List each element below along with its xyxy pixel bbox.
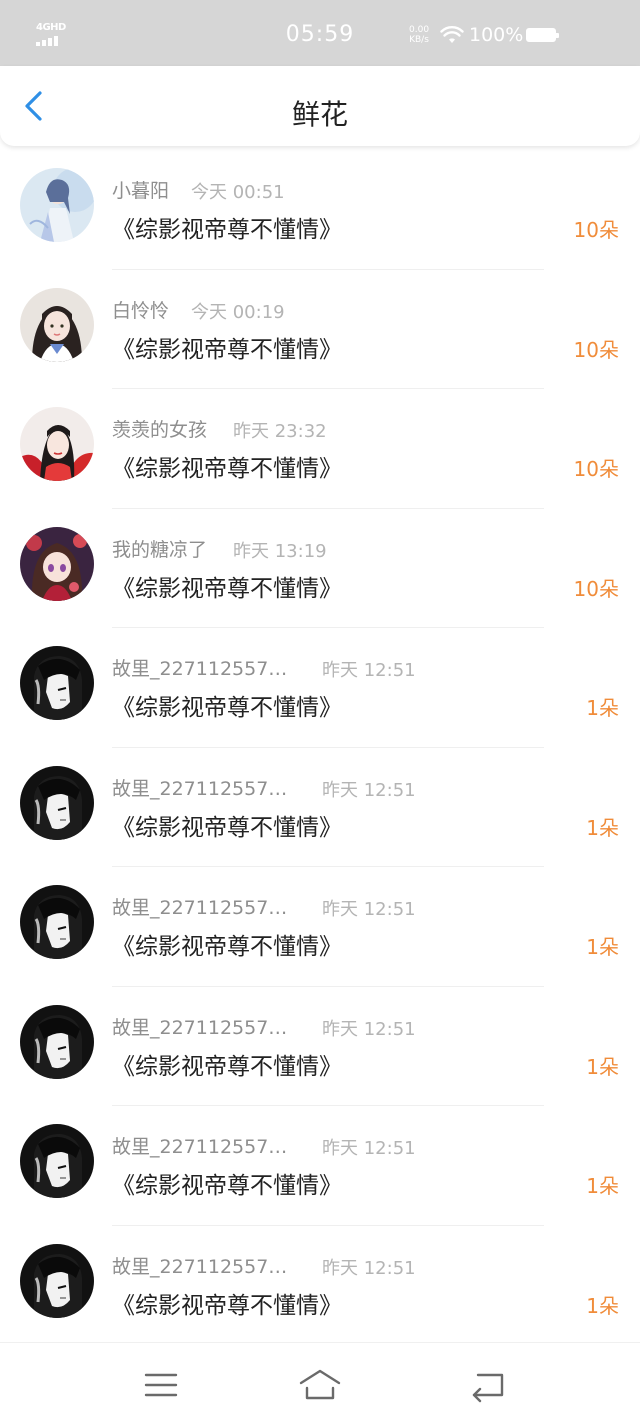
flower-count: 10朵 <box>573 337 619 362</box>
send-time: 今天 00:19 <box>191 301 285 323</box>
wifi-icon <box>440 26 464 43</box>
list-item[interactable]: 故里_227112557… 昨天 12:51 《综影视帝尊不懂情》 1朵 <box>0 987 640 1106</box>
monochrome-anime-avatar[interactable] <box>20 1004 94 1079</box>
book-title: 《综影视帝尊不懂情》 <box>112 934 342 960</box>
send-time: 昨天 12:51 <box>322 1257 416 1279</box>
list-item[interactable]: 故里_227112557… 昨天 12:51 《综影视帝尊不懂情》 1朵 <box>0 1106 640 1226</box>
network-speed: 0.00 KB/s <box>409 25 429 45</box>
anime-girl-avatar[interactable] <box>20 526 94 601</box>
book-title: 《综影视帝尊不懂情》 <box>112 1173 342 1199</box>
user-name: 故里_227112557… <box>112 897 288 919</box>
send-time: 昨天 23:32 <box>233 421 327 442</box>
monochrome-anime-avatar[interactable] <box>20 646 94 720</box>
flower-count: 1朵 <box>586 935 619 959</box>
user-name: 我的糖凉了 <box>112 538 208 561</box>
flower-record-list: 小暮阳 今天 00:51 《综影视帝尊不懂情》 10朵 白怜怜 今天 00:19… <box>0 150 640 1345</box>
battery-icon <box>526 28 559 42</box>
menu-icon[interactable] <box>139 1367 183 1403</box>
user-name: 故里_227112557… <box>112 777 288 800</box>
book-title: 《综影视帝尊不懂情》 <box>112 336 342 363</box>
page-title: 鲜花 <box>291 98 348 131</box>
flower-count: 10朵 <box>573 576 619 601</box>
user-name: 故里_227112557… <box>112 1016 288 1039</box>
home-icon[interactable] <box>298 1367 342 1403</box>
list-item[interactable]: 故里_227112557… 昨天 12:51 《综影视帝尊不懂情》 1朵 <box>0 867 640 987</box>
user-name: 小暮阳 <box>112 180 170 202</box>
send-time: 昨天 12:51 <box>322 899 416 920</box>
monochrome-anime-avatar[interactable] <box>20 1124 94 1198</box>
nav-bar: 鲜花 <box>0 66 640 146</box>
flower-count: 1朵 <box>586 696 619 720</box>
network-speed-value: 0.00 <box>409 25 430 35</box>
list-item[interactable]: 我的糖凉了 昨天 13:19 《综影视帝尊不懂情》 10朵 <box>0 509 640 628</box>
user-name: 故里_227112557… <box>112 1136 288 1158</box>
girl-photo-avatar[interactable] <box>20 287 94 362</box>
user-name: 白怜怜 <box>112 299 170 322</box>
book-title: 《综影视帝尊不懂情》 <box>112 695 342 721</box>
flower-count: 1朵 <box>586 1174 619 1198</box>
list-item[interactable]: 白怜怜 今天 00:19 《综影视帝尊不懂情》 10朵 <box>0 270 640 389</box>
book-title: 《综影视帝尊不懂情》 <box>112 575 342 602</box>
network-speed-unit: KB/s <box>409 35 429 45</box>
flower-count: 1朵 <box>586 815 619 840</box>
status-bar: 4GHD 05:59 0.00 KB/s 100% <box>0 0 640 66</box>
book-title: 《综影视帝尊不懂情》 <box>112 814 342 841</box>
list-item[interactable]: 小暮阳 今天 00:51 《综影视帝尊不懂情》 10朵 <box>0 150 640 270</box>
book-title: 《综影视帝尊不懂情》 <box>112 217 342 243</box>
monochrome-anime-avatar[interactable] <box>20 1243 94 1318</box>
send-time: 昨天 12:51 <box>322 779 416 801</box>
user-name: 故里_227112557… <box>112 1255 288 1278</box>
book-title: 《综影视帝尊不懂情》 <box>112 1292 342 1319</box>
book-title: 《综影视帝尊不懂情》 <box>112 456 342 482</box>
flower-count: 1朵 <box>586 1293 619 1318</box>
flower-count: 10朵 <box>573 457 619 481</box>
send-time: 昨天 12:51 <box>322 1018 416 1040</box>
system-nav-bar <box>0 1342 640 1422</box>
flower-count: 1朵 <box>586 1054 619 1079</box>
battery-percent: 100% <box>469 24 524 46</box>
list-item[interactable]: 故里_227112557… 昨天 12:51 《综影视帝尊不懂情》 1朵 <box>0 628 640 748</box>
user-name: 羡羡的女孩 <box>112 419 208 441</box>
send-time: 昨天 12:51 <box>322 660 416 681</box>
list-item[interactable]: 故里_227112557… 昨天 12:51 《综影视帝尊不懂情》 1朵 <box>0 1226 640 1346</box>
list-item[interactable]: 羡羡的女孩 昨天 23:32 《综影视帝尊不懂情》 10朵 <box>0 389 640 509</box>
list-item[interactable]: 故里_227112557… 昨天 12:51 《综影视帝尊不懂情》 1朵 <box>0 748 640 867</box>
back-icon[interactable] <box>466 1367 510 1403</box>
flowers-screen: 4GHD 05:59 0.00 KB/s 100% 鲜花 小暮阳 今天 00:5… <box>0 0 640 1422</box>
costume-girl-avatar[interactable] <box>20 407 94 481</box>
user-name: 故里_227112557… <box>112 658 288 680</box>
send-time: 今天 00:51 <box>191 182 285 203</box>
send-time: 昨天 12:51 <box>322 1138 416 1159</box>
book-title: 《综影视帝尊不懂情》 <box>112 1053 342 1080</box>
monochrome-anime-avatar[interactable] <box>20 765 94 840</box>
flower-count: 10朵 <box>573 218 619 242</box>
monochrome-anime-avatar[interactable] <box>20 885 94 959</box>
send-time: 昨天 13:19 <box>233 540 327 562</box>
anime-boy-avatar[interactable] <box>20 168 94 242</box>
